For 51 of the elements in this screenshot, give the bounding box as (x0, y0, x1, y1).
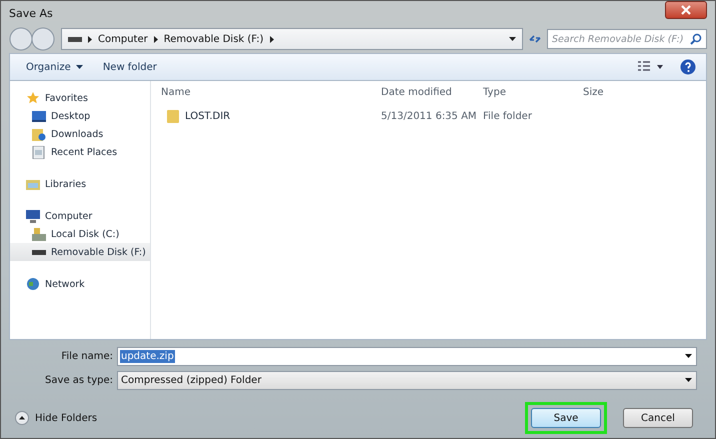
dropdown-icon[interactable] (685, 354, 692, 358)
globe-icon (26, 277, 40, 291)
save-as-type-label: Save as type: (44, 374, 113, 386)
dropdown-icon[interactable] (509, 37, 516, 41)
sidebar-item[interactable]: Desktop (10, 107, 150, 125)
sidebar-item[interactable]: Recent Places (10, 143, 150, 161)
breadcrumb[interactable]: Computer (98, 34, 148, 44)
sidebar-item[interactable]: Libraries (10, 175, 150, 193)
breadcrumb[interactable]: Removable Disk (F:) (164, 34, 264, 44)
close-button[interactable] (665, 1, 707, 19)
collapse-icon (15, 411, 29, 425)
file-name-cell[interactable]: LOST.DIR (161, 109, 381, 123)
help-icon[interactable] (680, 59, 696, 75)
sidebar-item[interactable]: Computer (10, 207, 150, 225)
sidebar-item[interactable]: Favorites (10, 89, 150, 107)
sidebar-item[interactable]: Downloads (10, 125, 150, 143)
close-icon (681, 5, 691, 15)
star-icon (26, 91, 40, 105)
column-header[interactable]: Date modified (381, 86, 483, 98)
type-cell-text: File folder (483, 110, 533, 122)
search-icon (690, 33, 702, 45)
document-icon (32, 146, 46, 158)
column-header[interactable]: Type (483, 86, 583, 98)
date-cell-text: 5/13/2011 6:35 AM (381, 110, 478, 122)
desktop-icon (32, 110, 46, 122)
sidebar-item[interactable]: Removable Disk (F:) (10, 243, 150, 261)
dropdown-icon (76, 65, 83, 69)
cancel-button[interactable]: Cancel (623, 408, 693, 428)
save-button[interactable]: Save (531, 408, 601, 428)
column-header[interactable]: Name (161, 86, 381, 98)
hide-folders-button[interactable]: Hide Folders (15, 411, 98, 425)
save-as-type-dropdown[interactable]: Compressed (zipped) Folder (117, 370, 697, 390)
file-name-label: File name: (60, 350, 113, 362)
drive-icon (68, 35, 82, 43)
dropdown-icon (685, 378, 692, 382)
window-title: Save As (9, 6, 53, 20)
chevron-icon (154, 36, 158, 42)
hard-drive-icon (32, 228, 46, 240)
organize-menu[interactable]: Organize (24, 62, 85, 72)
computer-icon (26, 210, 40, 222)
drive-icon (32, 249, 46, 255)
search-field[interactable]: Search Removable Disk (F:) (547, 29, 707, 49)
sidebar-item[interactable]: Local Disk (C:) (10, 225, 150, 243)
new-folder-button[interactable]: New folder (100, 62, 159, 72)
chevron-icon (88, 36, 92, 42)
file-name-field[interactable]: update.zip (117, 346, 697, 366)
view-options-icon[interactable] (638, 61, 664, 73)
sidebar-item[interactable]: Network (10, 275, 150, 293)
column-header[interactable]: Size (583, 86, 663, 98)
address-bar[interactable]: Computer Removable Disk (F:) (61, 28, 523, 50)
chevron-icon (270, 36, 274, 42)
